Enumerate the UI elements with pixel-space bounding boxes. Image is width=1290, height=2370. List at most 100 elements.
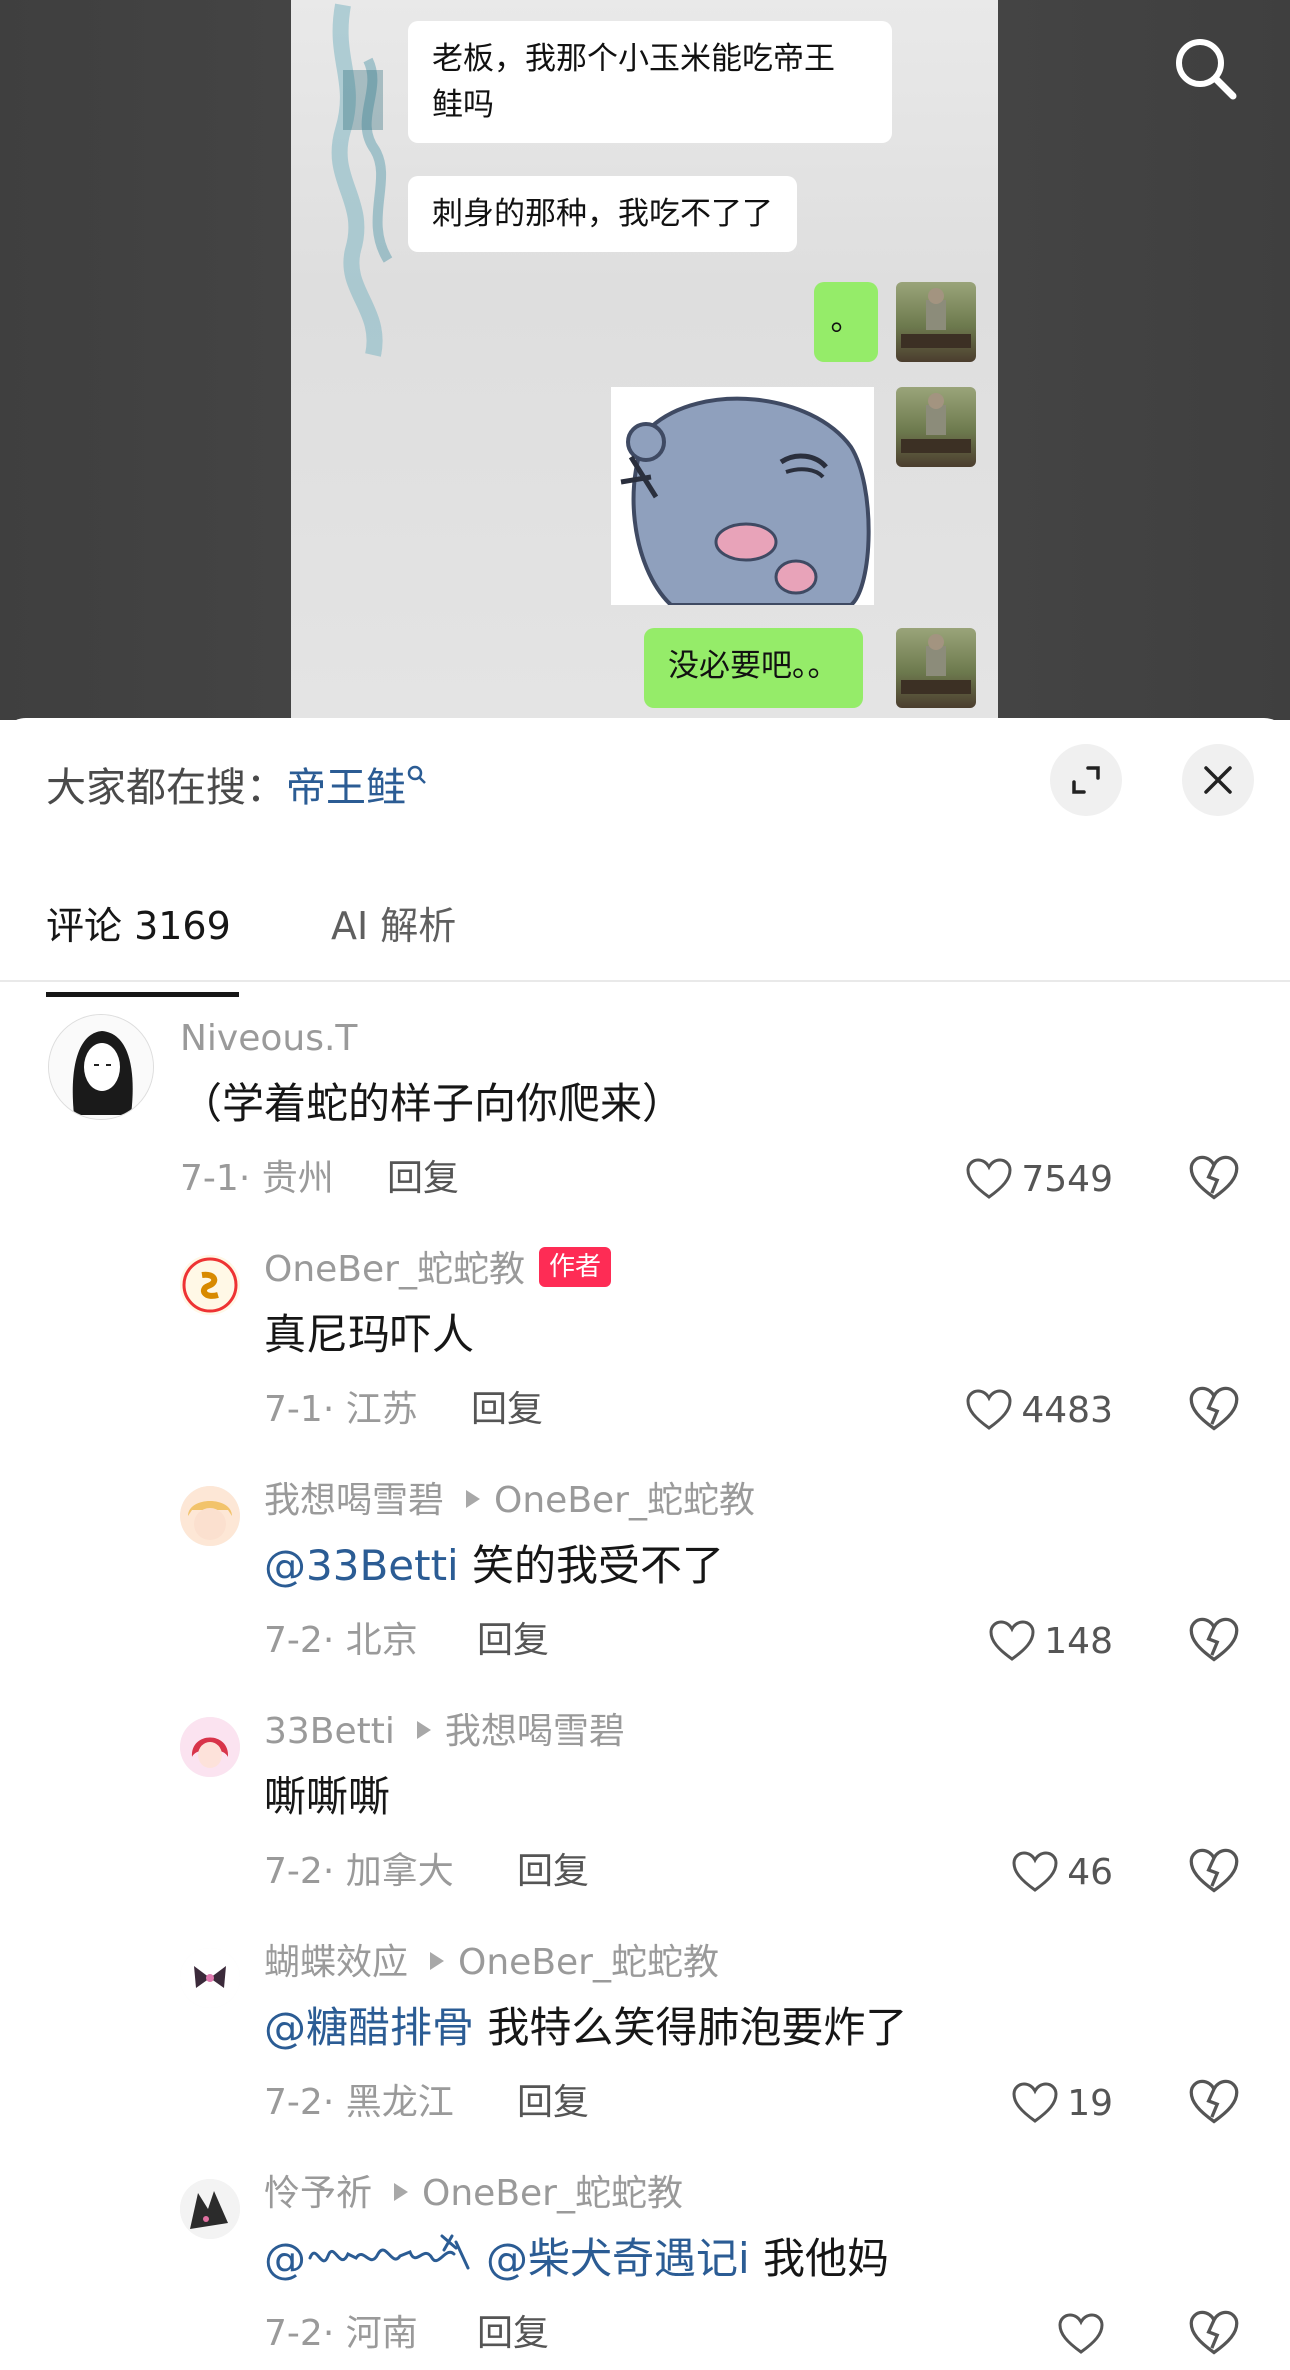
reply-item: OneBer_蛇蛇教 作者 真尼玛吓人 7-1· 江苏 回复 4483	[0, 1245, 1290, 1435]
comment-username[interactable]: Niveous.T	[180, 1014, 357, 1064]
comment-location: 河南	[345, 2313, 418, 2354]
comment-date: 7-2	[264, 2082, 323, 2123]
comment-text: 笑的我受不了	[458, 1541, 725, 1590]
avatar[interactable]	[180, 2179, 240, 2239]
like-button[interactable]: 19	[1011, 2078, 1113, 2128]
reply-button[interactable]: 回复	[477, 2309, 549, 2359]
chat-message-text: 刺身的那种，我吃不了了	[432, 196, 773, 232]
comment-text: 我特么笑得肺泡要炸了	[474, 2003, 908, 2052]
dislike-button[interactable]	[1188, 2307, 1240, 2359]
comment-username[interactable]: 怜予祈	[264, 2173, 372, 2214]
reply-arrow-icon	[416, 1721, 431, 1739]
avatar[interactable]	[180, 1948, 240, 2008]
like-button[interactable]: 148	[988, 1616, 1113, 1666]
comment-username[interactable]: OneBer_蛇蛇教	[264, 1249, 525, 1290]
doodle-drawing	[331, 3, 393, 357]
reply-to-username[interactable]: OneBer_蛇蛇教	[422, 2173, 683, 2214]
reply-arrow-icon	[394, 2183, 409, 2201]
trending-keyword[interactable]: 帝王鲑	[286, 765, 406, 811]
broken-heart-icon	[1189, 1386, 1239, 1431]
tab-ai-analysis[interactable]: AI 解析	[331, 896, 456, 956]
comment-meta: 7-2· 黑龙江	[264, 2082, 454, 2123]
comment-meta: 7-2· 加拿大	[264, 1851, 454, 1892]
heart-icon	[1058, 2313, 1104, 2354]
reply-item: 蝴蝶效应 OneBer_蛇蛇教 @糖醋排骨 我特么笑得肺泡要炸了 7-2· 黑龙江…	[0, 1938, 1290, 2128]
search-small-icon	[407, 765, 426, 784]
divider	[0, 980, 1290, 982]
reply-item: 怜予祈 OneBer_蛇蛇教 @ @柴犬奇遇记i 我他妈 7-2· 河南 回复	[0, 2169, 1290, 2369]
like-count: 46	[1067, 1851, 1113, 1893]
comment-date: 7-1	[264, 1389, 323, 1430]
comment-text: 嘶嘶嘶	[264, 1772, 391, 1821]
mention-link[interactable]: @柴犬奇遇记i	[486, 2234, 750, 2283]
close-button[interactable]	[1182, 744, 1254, 816]
comment-location: 加拿大	[345, 1851, 454, 1892]
reply-to-username[interactable]: OneBer_蛇蛇教	[494, 1480, 755, 1521]
reply-to-username[interactable]: 我想喝雪碧	[445, 1711, 625, 1752]
dislike-button[interactable]	[1188, 1152, 1240, 1204]
reply-item: 33Betti 我想喝雪碧 嘶嘶嘶 7-2· 加拿大 回复 46	[0, 1707, 1290, 1897]
chat-avatar	[896, 628, 976, 708]
broken-heart-icon	[1189, 1155, 1239, 1200]
video-player[interactable]: 老板，我那个小玉米能吃帝王 鲑吗 刺身的那种，我吃不了了 。 没必要吧。。	[0, 0, 1290, 720]
comment-date: 7-2	[264, 1851, 323, 1892]
reply-button[interactable]: 回复	[387, 1154, 459, 1204]
tab-comments[interactable]: 评论 3169	[46, 896, 231, 956]
active-tab-indicator	[46, 992, 239, 997]
reply-username-row: 33Betti 我想喝雪碧	[264, 1707, 625, 1757]
search-icon	[1176, 39, 1237, 100]
broken-heart-icon	[1189, 1848, 1239, 1893]
comment-username[interactable]: 我想喝雪碧	[264, 1480, 444, 1521]
chat-message-text: 老板，我那个小玉米能吃帝王 鲑吗	[432, 41, 835, 123]
comment-text-row: @ @柴犬奇遇记i 我他妈	[264, 2229, 889, 2290]
dislike-button[interactable]	[1188, 1614, 1240, 1666]
like-button[interactable]: 7549	[965, 1154, 1113, 1204]
broken-heart-icon	[1189, 1617, 1239, 1662]
avatar[interactable]	[180, 1255, 240, 1315]
trending-label: 大家都在搜：	[46, 765, 286, 811]
expand-button[interactable]	[1050, 744, 1122, 816]
comment-location: 江苏	[345, 1389, 418, 1430]
avatar[interactable]	[180, 1717, 240, 1777]
reply-to-username[interactable]: OneBer_蛇蛇教	[458, 1942, 719, 1983]
mention-link[interactable]: @	[264, 2234, 486, 2283]
dislike-button[interactable]	[1188, 1845, 1240, 1897]
reply-button[interactable]: 回复	[517, 1847, 589, 1897]
mention-link[interactable]: @33Betti	[264, 1541, 459, 1590]
handwritten-name-art	[308, 2234, 470, 2269]
comment-meta: 7-2· 北京	[264, 1620, 418, 1661]
expand-icon	[1072, 766, 1100, 794]
reply-button[interactable]: 回复	[517, 2078, 589, 2128]
chat-avatar	[896, 387, 976, 467]
mention-link[interactable]: @糖醋排骨	[264, 2003, 474, 2052]
reply-username-row: 我想喝雪碧 OneBer_蛇蛇教	[264, 1476, 755, 1526]
reply-button[interactable]: 回复	[477, 1616, 549, 1666]
like-button[interactable]: 46	[1011, 1847, 1113, 1897]
comment-location: 贵州	[261, 1158, 334, 1199]
comment-date: 7-1	[180, 1158, 239, 1199]
avatar[interactable]	[180, 1486, 240, 1546]
chat-avatar	[896, 282, 976, 362]
heart-icon	[989, 1620, 1035, 1661]
like-count: 7549	[1021, 1158, 1113, 1200]
dislike-button[interactable]	[1188, 2076, 1240, 2128]
comment-location: 北京	[345, 1620, 418, 1661]
comments-sheet: 大家都在搜：帝王鲑 评论 3169 AI 解析 Niveous.T （学着蛇的样…	[0, 718, 1290, 2370]
broken-heart-icon	[1189, 2310, 1239, 2355]
comment-username[interactable]: 蝴蝶效应	[264, 1942, 408, 1983]
like-button[interactable]: 4483	[965, 1385, 1113, 1435]
trending-search[interactable]: 大家都在搜：帝王鲑	[46, 758, 428, 818]
comment-username[interactable]: 33Betti	[264, 1711, 395, 1752]
comment-item: Niveous.T （学着蛇的样子向你爬来） 7-1· 贵州 回复 7549	[0, 1014, 1290, 1204]
comment-text: 真尼玛吓人	[264, 1310, 475, 1359]
dislike-button[interactable]	[1188, 1383, 1240, 1435]
like-button[interactable]	[1057, 2309, 1113, 2359]
heart-icon	[966, 1158, 1012, 1199]
search-button[interactable]	[1170, 33, 1240, 103]
chat-message-right: 没必要吧。。	[644, 628, 863, 708]
heart-icon	[1012, 1851, 1058, 1892]
comment-date: 7-2	[264, 2313, 323, 2354]
reply-button[interactable]: 回复	[471, 1385, 543, 1435]
comment-meta: 7-2· 河南	[264, 2313, 418, 2354]
avatar[interactable]	[48, 1014, 154, 1120]
